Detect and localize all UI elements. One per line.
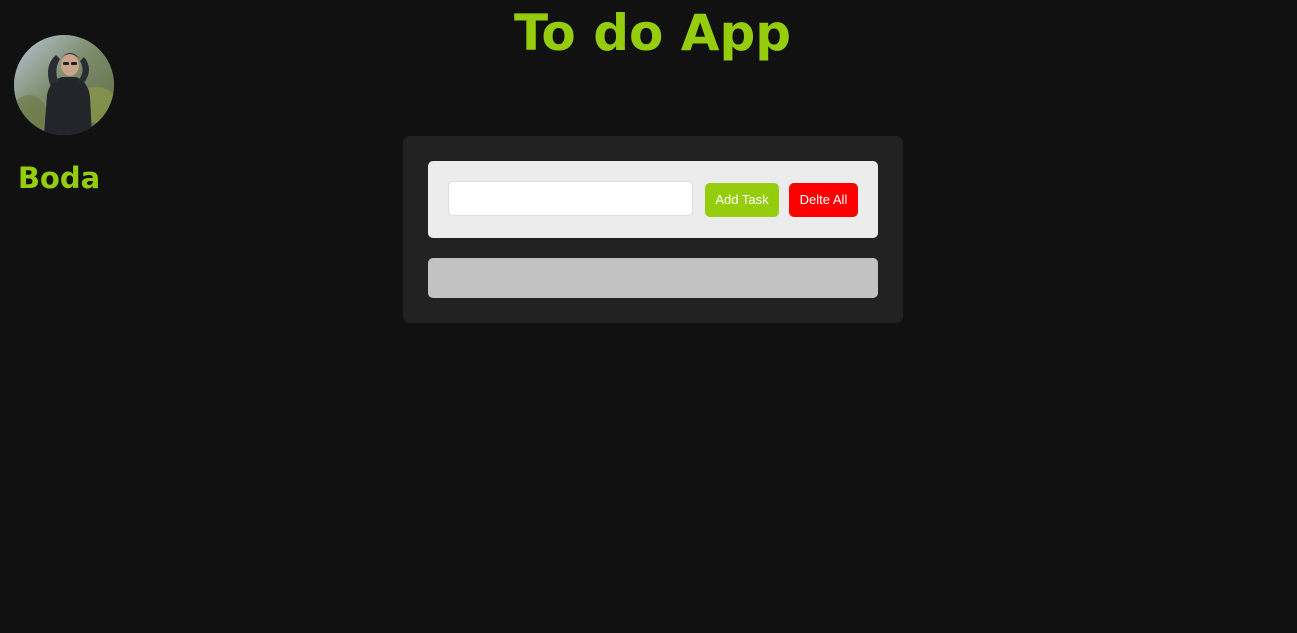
- todo-container: Add Task Delte All: [403, 136, 903, 323]
- profile-name: Boda: [17, 161, 101, 195]
- page: To do App Boda Add Task Delte All: [0, 0, 1297, 633]
- delete-all-button[interactable]: Delte All: [789, 183, 858, 217]
- avatar: [14, 35, 114, 135]
- task-form: Add Task Delte All: [428, 161, 878, 238]
- profile: Boda: [14, 35, 114, 198]
- app-title: To do App: [513, 4, 792, 62]
- avatar-image: [14, 35, 114, 135]
- add-task-button[interactable]: Add Task: [705, 183, 779, 217]
- task-input[interactable]: [448, 181, 693, 216]
- task-list: [428, 258, 878, 298]
